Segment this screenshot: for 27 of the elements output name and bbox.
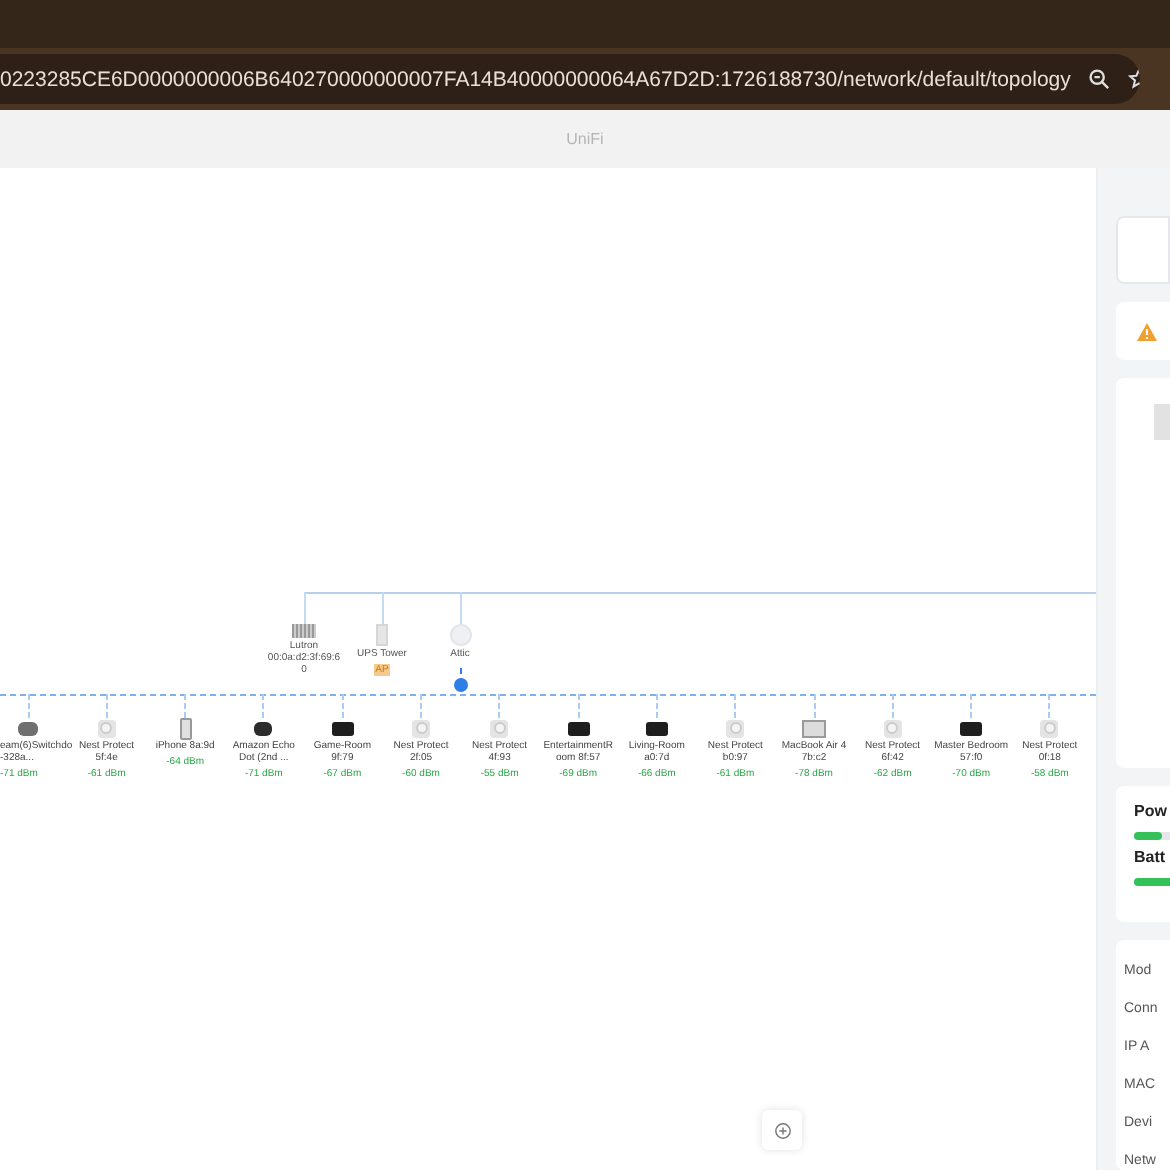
zoom-icon[interactable] [1088, 68, 1111, 90]
zoom-in-icon [773, 1121, 791, 1139]
smoke-detector-icon[interactable] [412, 719, 430, 737]
phone-icon[interactable] [179, 717, 192, 739]
laptop-icon[interactable] [802, 719, 826, 737]
app-title: UniFi [566, 130, 604, 148]
tv-icon[interactable] [567, 721, 590, 735]
smoke-detector-icon[interactable] [883, 719, 902, 737]
device-icon[interactable] [292, 624, 316, 638]
smoke-detector-icon[interactable] [726, 719, 745, 737]
meter-label: Batt [1134, 848, 1168, 866]
speaker-icon[interactable] [254, 721, 273, 735]
link-dot [453, 678, 467, 692]
meter-label: Pow [1134, 802, 1169, 820]
tv-icon[interactable] [645, 721, 668, 735]
url-text: 0223285CE6D0000000006B640270000000007FA14B40000000064A67D2D:1726188730/network/default/topology [0, 67, 1071, 91]
panel-field[interactable] [1116, 216, 1170, 284]
tv-icon[interactable] [331, 721, 354, 735]
smoke-detector-icon[interactable] [97, 719, 116, 737]
switch-icon[interactable] [18, 721, 38, 735]
tv-icon[interactable] [960, 721, 983, 735]
warning-icon [1136, 321, 1158, 341]
smoke-detector-icon[interactable] [490, 719, 509, 737]
address-field[interactable]: 0223285CE6D0000000006B640270000000007FA14B40000000064A67D2D:1726188730/network/default/topology [0, 54, 1140, 104]
smoke-detector-icon[interactable] [1040, 719, 1059, 737]
zoom-in-button[interactable] [762, 1110, 802, 1150]
device-image [1154, 404, 1170, 440]
